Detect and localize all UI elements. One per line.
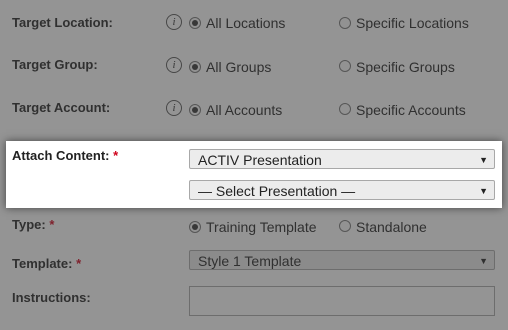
template-select[interactable]: Style 1 Template ▼ (189, 250, 495, 270)
target-group-label: Target Group: (12, 57, 98, 72)
attach-content-panel: Attach Content: * ACTIV Presentation ▼ —… (6, 141, 502, 208)
template-row: Template: * Style 1 Template ▼ (0, 250, 508, 280)
info-icon[interactable]: i (166, 100, 182, 116)
all-locations-option-label: All Locations (206, 15, 286, 31)
specific-locations-radio[interactable] (339, 17, 351, 29)
all-groups-radio[interactable] (189, 61, 201, 73)
all-locations-radio[interactable] (189, 17, 201, 29)
all-accounts-radio[interactable] (189, 104, 201, 116)
content-type-select-value: ACTIV Presentation (198, 152, 322, 168)
standalone-radio[interactable] (339, 220, 351, 232)
target-account-label: Target Account: (12, 100, 111, 115)
instructions-textarea[interactable] (189, 286, 495, 316)
all-accounts-option-label: All Accounts (206, 102, 283, 118)
specific-accounts-radio[interactable] (339, 103, 351, 115)
training-template-option-label: Training Template (206, 219, 317, 235)
type-row: Type: * Training Template Standalone (0, 214, 508, 242)
chevron-down-icon: ▼ (479, 256, 488, 266)
required-marker: * (113, 148, 119, 163)
specific-groups-option-label: Specific Groups (356, 59, 455, 75)
attach-content-label: Attach Content: * (12, 148, 118, 163)
required-marker: * (49, 217, 55, 232)
presentation-select[interactable]: — Select Presentation — ▼ (189, 180, 495, 200)
specific-accounts-option-label: Specific Accounts (356, 102, 466, 118)
standalone-option-label: Standalone (356, 219, 427, 235)
chevron-down-icon: ▼ (479, 186, 488, 196)
target-location-label: Target Location: (12, 15, 113, 30)
all-groups-option-label: All Groups (206, 59, 272, 75)
content-type-select[interactable]: ACTIV Presentation ▼ (189, 149, 495, 169)
info-icon[interactable]: i (166, 14, 182, 30)
attach-content-label-text: Attach Content: (12, 148, 110, 163)
type-label: Type: * (12, 217, 54, 232)
target-location-row: Target Location: i All Locations Specifi… (0, 10, 508, 38)
target-group-row: Target Group: i All Groups Specific Grou… (0, 54, 508, 82)
training-template-radio[interactable] (189, 221, 201, 233)
presentation-select-value: — Select Presentation — (198, 183, 356, 199)
target-account-row: Target Account: i All Accounts Specific … (0, 96, 508, 124)
info-icon[interactable]: i (166, 57, 182, 73)
instructions-label: Instructions: (12, 290, 91, 305)
template-select-value: Style 1 Template (198, 253, 302, 269)
required-marker: * (76, 256, 82, 271)
chevron-down-icon: ▼ (479, 155, 488, 165)
template-label-text: Template: (12, 256, 73, 271)
specific-locations-option-label: Specific Locations (356, 15, 469, 31)
specific-groups-radio[interactable] (339, 60, 351, 72)
type-label-text: Type: (12, 217, 46, 232)
template-label: Template: * (12, 256, 81, 271)
